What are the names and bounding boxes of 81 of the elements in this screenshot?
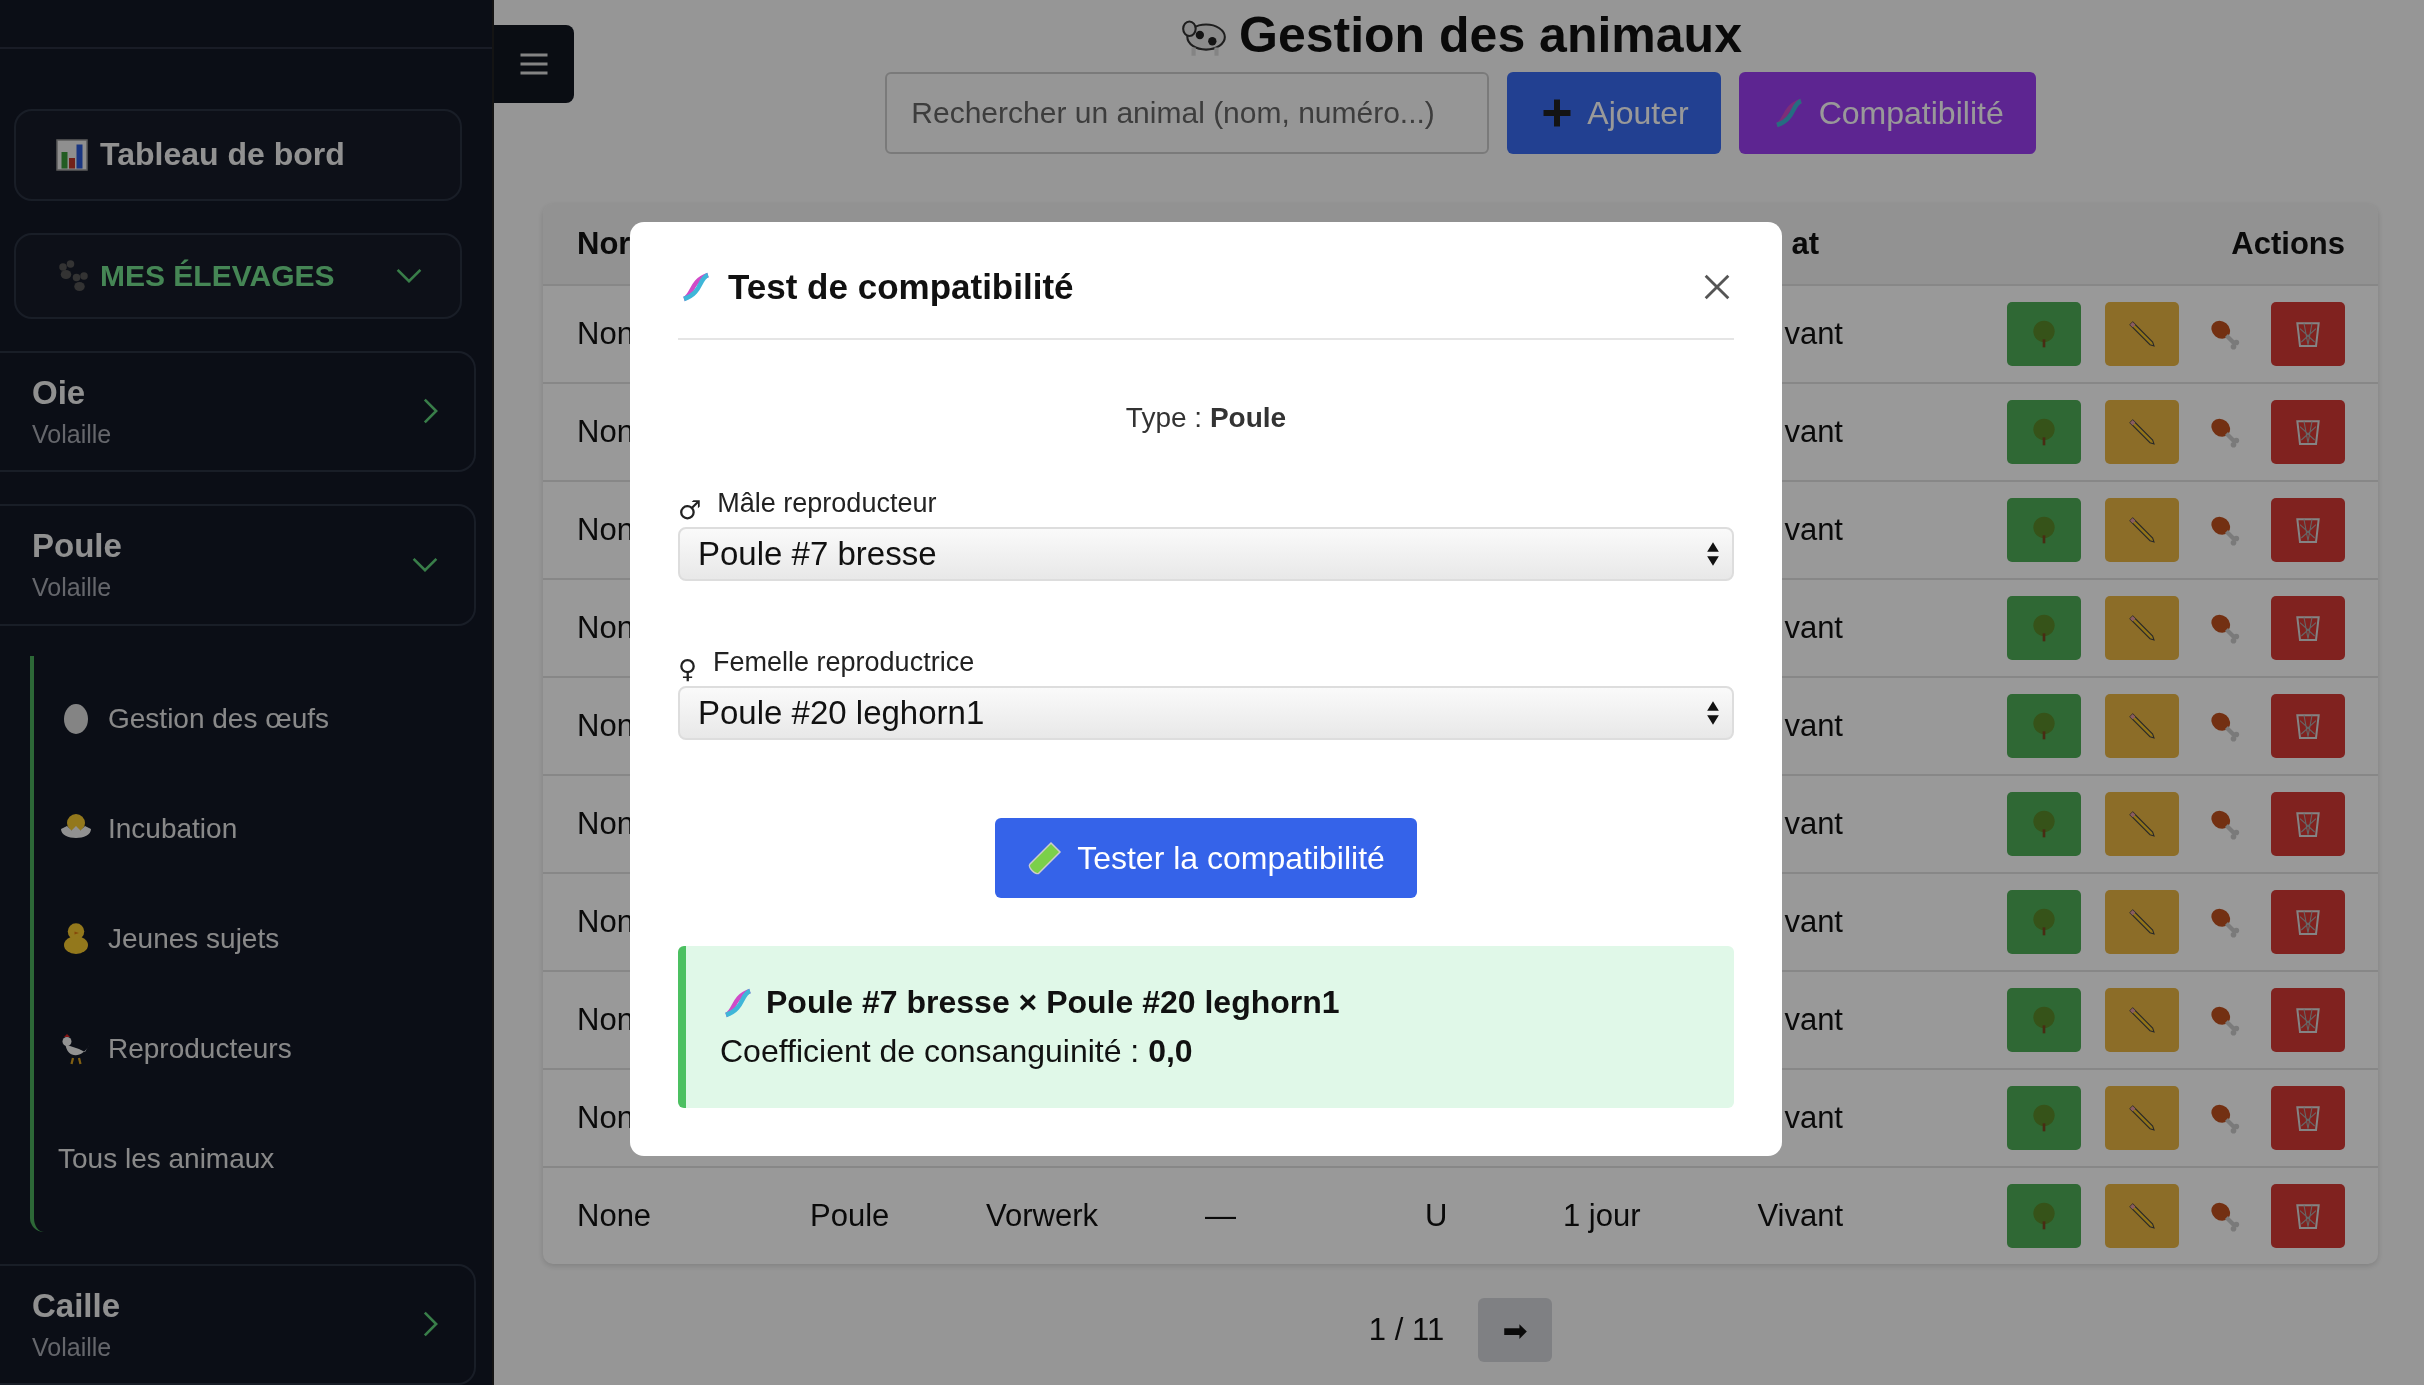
result-text: Coefficient de consanguinité : 0,0 (720, 1033, 1194, 1070)
delete-button[interactable] (2271, 302, 2345, 366)
test-button[interactable]: Tester la compatibilité (995, 818, 1417, 898)
field-label: Femelle reproductrice (713, 647, 975, 678)
delete-button[interactable] (2271, 1184, 2345, 1248)
delete-button[interactable] (2271, 792, 2345, 856)
dialog-title: Test de compatibilité (728, 267, 1075, 307)
group-category: Volaille (32, 419, 112, 449)
test-tube-icon (1027, 840, 1064, 876)
pencil-icon (2126, 612, 2158, 644)
search-field[interactable]: Rechercher un animal (nom, numéro...) (885, 72, 1490, 154)
submenu-item[interactable]: Incubation (34, 773, 492, 884)
table-cell: vant (1784, 708, 1843, 743)
group-name: Oie (32, 373, 87, 412)
pencil-icon (2126, 1004, 2158, 1036)
pencil-icon (2126, 514, 2158, 546)
table-cell: vant (1784, 414, 1843, 449)
updown-arrows-icon (1706, 699, 1720, 727)
result-pair: Poule #7 bresse × Poule #20 leghorn1 (766, 984, 1340, 1021)
table-cell: None (577, 1198, 652, 1233)
page-indicator: 1 / 11 (1368, 1312, 1445, 1348)
delete-button[interactable] (2271, 1086, 2345, 1150)
next-page-button[interactable]: ➡ (1478, 1298, 1553, 1362)
column-header: Nor (577, 226, 631, 261)
sex-symbol: ♀ (678, 654, 698, 684)
add-button[interactable]: Ajouter (1507, 72, 1721, 154)
chevron-icon (423, 398, 438, 425)
table-cell: U (1425, 1198, 1448, 1233)
select-field[interactable]: Poule #7 bresse (678, 527, 1734, 581)
section-toggle[interactable]: MES ÉLEVAGES (14, 232, 462, 319)
pencil-icon (2126, 416, 2158, 448)
group-category: Volaille (32, 1332, 113, 1362)
field-label: Mâle reproducteur (717, 488, 937, 519)
group-toggle[interactable]: Poule Volaille (0, 504, 476, 626)
table-cell: Vorwerk (986, 1198, 1098, 1233)
table-cell: Poule (810, 1198, 890, 1233)
table-cell: vant (1784, 806, 1843, 841)
delete-button[interactable] (2271, 694, 2345, 758)
delete-button[interactable] (2271, 400, 2345, 464)
chevron-icon (423, 1311, 438, 1338)
group-toggle[interactable]: Caille Volaille (0, 1263, 476, 1385)
table-cell: vant (1784, 610, 1843, 645)
table-cell: vant (1784, 512, 1843, 547)
submenu-item[interactable]: Jeunes sujets (34, 883, 492, 994)
page-title: Gestion des animaux (1239, 6, 1742, 64)
sex-symbol: ♂ (678, 495, 702, 525)
pencil-icon (2126, 808, 2158, 840)
table-cell: Vivant (1757, 1198, 1843, 1233)
table-cell: vant (1784, 1100, 1843, 1135)
chevron-icon (396, 268, 422, 284)
pencil-icon (2126, 1200, 2158, 1232)
group-category: Volaille (32, 573, 113, 603)
submenu-item[interactable]: Tous les animaux (34, 1103, 492, 1214)
group-toggle[interactable]: Oie Volaille (0, 350, 476, 473)
submenu-item[interactable]: Gestion des œufs (34, 663, 492, 774)
select-field[interactable]: Poule #20 leghorn1 (678, 686, 1734, 740)
table-cell: 1 jour (1563, 1198, 1641, 1233)
menu-button[interactable] (494, 25, 574, 103)
pencil-icon (2126, 318, 2158, 350)
bar-chart-icon (54, 136, 90, 173)
submenu-item[interactable]: Reproducteurs (34, 993, 492, 1104)
delete-button[interactable] (2271, 890, 2345, 954)
table-cell: vant (1784, 316, 1843, 351)
column-header: at (1791, 226, 1819, 261)
delete-button[interactable] (2271, 596, 2345, 660)
table-cell: — (1205, 1198, 1236, 1233)
column-header: Actions (2231, 226, 2345, 261)
delete-button[interactable] (2271, 988, 2345, 1052)
compatibility-button[interactable]: Compatibilité (1738, 72, 2036, 154)
pencil-icon (2126, 1102, 2158, 1134)
delete-button[interactable] (2271, 498, 2345, 562)
table-cell: vant (1784, 1002, 1843, 1037)
updown-arrows-icon (1706, 540, 1720, 568)
pencil-icon (2126, 710, 2158, 742)
group-name: Poule (32, 527, 122, 566)
table-cell: vant (1784, 904, 1843, 939)
chevron-icon (412, 557, 438, 573)
pencil-icon (2126, 906, 2158, 938)
dashboard-link[interactable]: Tableau de bord (14, 109, 462, 201)
type-label: Type : Poule (1124, 402, 1288, 434)
group-name: Caille (32, 1286, 121, 1325)
